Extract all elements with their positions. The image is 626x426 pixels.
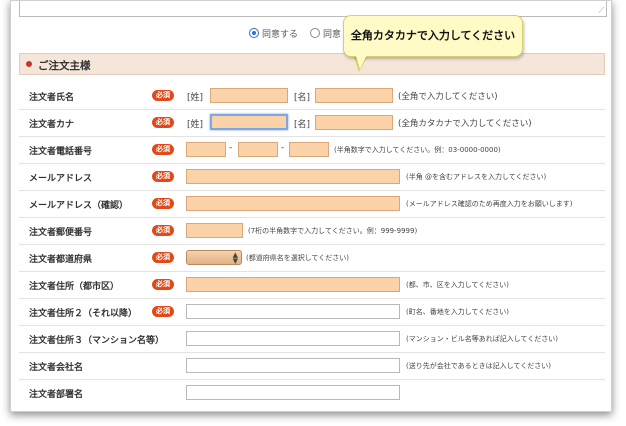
field-hint: (全角で入力してください): [398, 92, 498, 102]
bullet-icon: [26, 61, 32, 67]
phone-dash: -: [281, 143, 285, 153]
phone-part2-input[interactable]: [238, 142, 278, 157]
field-label: メールアドレス: [29, 174, 93, 184]
first-kana-tag: [名]: [294, 120, 311, 130]
field-hint: (メールアドレス確認のため再度入力をお願いします): [406, 200, 573, 208]
row-orderer-email: メールアドレス 必須 (半角 @を含むアドレスを入力してください): [19, 164, 605, 191]
field-label: メールアドレス（確認）: [29, 201, 129, 211]
address-city-input[interactable]: [186, 277, 400, 292]
address-2-input[interactable]: [186, 304, 400, 319]
resize-grip-icon[interactable]: ⟋: [598, 7, 604, 15]
last-name-tag: [姓]: [187, 93, 204, 103]
required-badge: 必須: [152, 225, 174, 236]
first-name-input[interactable]: [315, 88, 393, 103]
field-hint: (マンション・ビル名等あれば記入してください): [406, 335, 559, 343]
row-orderer-company: 注文者会社名 (送り先が会社であるときは記入してください): [19, 353, 605, 380]
kana-tooltip: 全角カタカナで入力してください: [343, 15, 523, 57]
field-label: 注文者都道府県: [29, 255, 93, 265]
field-hint: (町名、番地を入力してください): [406, 308, 510, 316]
email-confirm-input[interactable]: [186, 196, 400, 211]
row-orderer-name: 注文者氏名 必須 [姓] [名] (全角で入力してください): [19, 83, 605, 110]
company-input[interactable]: [186, 358, 400, 373]
phone-part3-input[interactable]: [289, 142, 329, 157]
field-label: 注文者住所２（それ以降）: [29, 309, 138, 319]
select-arrows-icon: ▲ ▼: [232, 251, 238, 265]
prefecture-select[interactable]: ▲ ▼: [186, 250, 242, 265]
disagree-radio[interactable]: [310, 28, 320, 38]
first-name-tag: [名]: [294, 93, 311, 103]
required-badge: 必須: [152, 117, 174, 128]
field-hint: (全角カタカナで入力してください): [398, 119, 532, 129]
field-hint: (都、市、区を入力してください): [406, 281, 510, 289]
required-badge: 必須: [152, 171, 174, 182]
field-label: 注文者部署名: [29, 390, 84, 400]
tooltip-tail-fill: [355, 53, 368, 69]
agree-radio[interactable]: [249, 28, 259, 38]
row-orderer-kana: 注文者カナ 必須 [姓] [名] (全角カタカナで入力してください): [19, 110, 605, 137]
last-name-input[interactable]: [210, 88, 288, 103]
section-title: ご注文主様: [38, 60, 91, 72]
remarks-textarea[interactable]: ⟋: [19, 1, 607, 17]
required-badge: 必須: [152, 252, 174, 263]
phone-dash: -: [229, 143, 233, 153]
field-label: 注文者住所（都市区）: [29, 282, 120, 292]
field-label: 注文者電話番号: [29, 147, 93, 157]
field-label: 注文者住所３（マンション名等）: [29, 336, 165, 346]
required-badge: 必須: [152, 144, 174, 155]
row-orderer-department: 注文者部署名: [19, 380, 605, 406]
row-orderer-address-2: 注文者住所２（それ以降） 必須 (町名、番地を入力してください): [19, 299, 605, 326]
field-hint: (半角数字で入力してください。例：03-0000-0000): [334, 146, 501, 154]
field-label: 注文者会社名: [29, 363, 84, 373]
required-badge: 必須: [152, 306, 174, 317]
last-kana-tag: [姓]: [187, 120, 204, 130]
department-input[interactable]: [186, 385, 400, 400]
last-kana-input[interactable]: [210, 114, 288, 130]
row-orderer-email-confirm: メールアドレス（確認） 必須 (メールアドレス確認のため再度入力をお願いします): [19, 191, 605, 218]
row-orderer-prefecture: 注文者都道府県 必須 ▲ ▼ (都道府県名を選択してください): [19, 245, 605, 272]
row-orderer-phone: 注文者電話番号 必須 - - (半角数字で入力してください。例：03-0000-…: [19, 137, 605, 164]
postal-code-input[interactable]: [186, 223, 243, 238]
phone-part1-input[interactable]: [186, 142, 226, 157]
field-hint: (送り先が会社であるときは記入してください): [406, 362, 551, 370]
field-label: 注文者郵便番号: [29, 228, 93, 238]
row-orderer-address-city: 注文者住所（都市区） 必須 (都、市、区を入力してください): [19, 272, 605, 299]
address-3-input[interactable]: [186, 331, 400, 346]
field-hint: (半角 @を含むアドレスを入力してください): [406, 173, 547, 181]
row-orderer-postal: 注文者郵便番号 必須 (7桁の半角数字で入力してください。例：999-9999): [19, 218, 605, 245]
field-hint: (7桁の半角数字で入力してください。例：999-9999): [248, 227, 418, 235]
field-label: 注文者カナ: [29, 120, 75, 130]
required-badge: 必須: [152, 279, 174, 290]
required-badge: 必須: [152, 90, 174, 101]
first-kana-input[interactable]: [315, 115, 393, 130]
field-label: 注文者氏名: [29, 93, 75, 103]
email-input[interactable]: [186, 169, 400, 184]
form-window: ⟋ 同意する 同意し ご注文主様 注文者氏名 必須 [姓] [名] (全角で入力…: [10, 0, 612, 412]
row-orderer-address-3: 注文者住所３（マンション名等） (マンション・ビル名等あれば記入してください): [19, 326, 605, 353]
field-hint: (都道府県名を選択してください): [246, 254, 350, 262]
agree-radio-label: 同意する: [262, 30, 299, 40]
required-badge: 必須: [152, 198, 174, 209]
